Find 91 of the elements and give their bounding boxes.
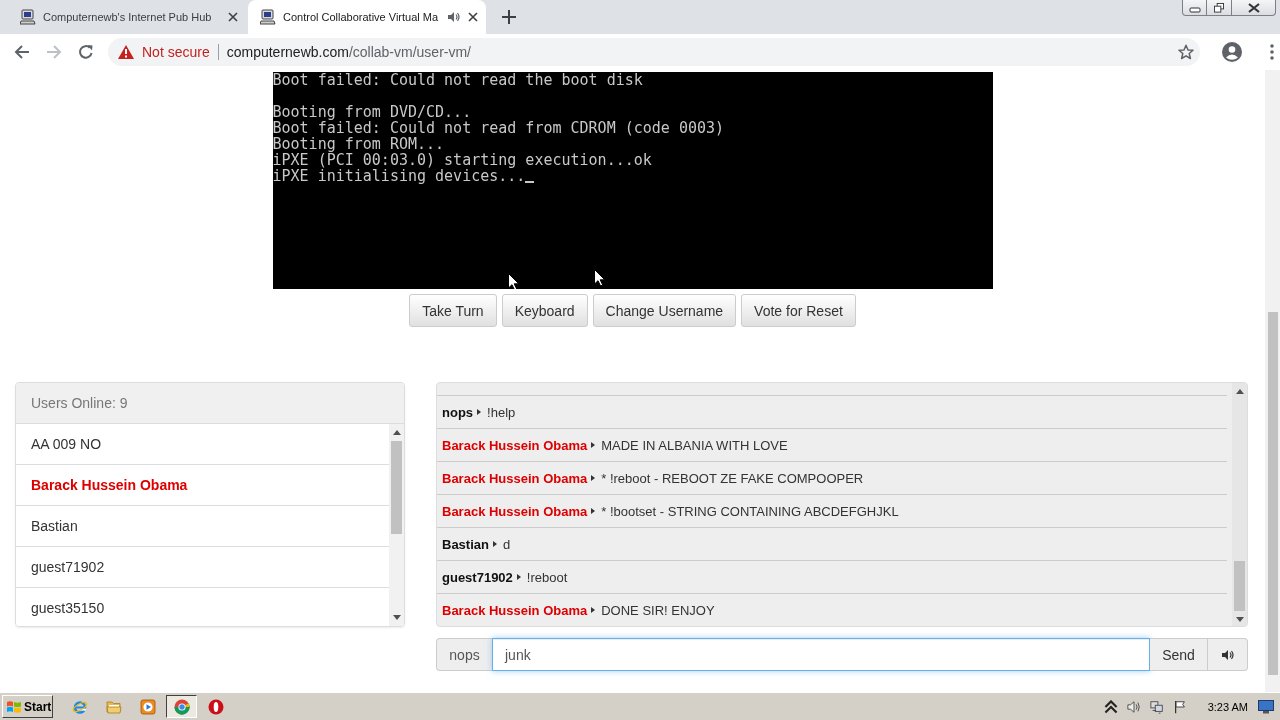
plus-icon[interactable] [502,10,516,24]
triangle-icon [477,409,482,415]
triangle-icon [516,574,521,580]
ring-icon [207,698,224,715]
vm-control-button[interactable]: Change Username [592,294,737,327]
chat-username: Barack Hussein Obama [442,437,588,453]
chat-username: nops [442,404,474,420]
vm-control-button[interactable]: Take Turn [409,294,497,327]
triangle-icon [591,475,596,481]
security-label: Not secure [142,44,210,60]
menu-icon[interactable] [1270,44,1274,60]
speaker-icon[interactable] [448,12,460,22]
arrow-left-icon[interactable] [14,44,30,60]
start-flag-icon [6,698,22,715]
reload-icon[interactable] [78,44,94,60]
sound-button[interactable] [1208,638,1248,671]
play-icon [139,698,156,715]
terminal-line: iPXE initialising devices... [272,168,526,184]
computer-icon [20,9,36,25]
network-icon[interactable] [1149,699,1164,714]
folder-icon [105,698,122,715]
terminal-line: iPXE (PCI 00:03.0) starting execution...ok [272,152,652,168]
close-icon[interactable] [468,12,478,22]
user-list-item[interactable]: Bastian [16,506,389,547]
chat-username: Barack Hussein Obama [442,503,588,519]
triangle-icon [591,607,596,613]
chat-username: Barack Hussein Obama [442,602,588,618]
computer-icon [260,9,276,25]
warning-icon [118,45,134,59]
person-icon[interactable] [1222,42,1242,62]
speaker-icon[interactable] [1126,699,1141,714]
chat-message-text: MADE IN ALBANIA WITH LOVE [601,437,788,453]
close-icon [1247,2,1260,13]
vm-control-button[interactable]: Vote for Reset [741,294,856,327]
browser-tab[interactable]: Computernewb's Internet Pub Hub [8,0,246,34]
chat-message-text: DONE SIR! ENJOY [601,602,715,618]
terminal-line: Boot failed: Could not read the boot disk [272,72,643,88]
chat-message-text: * !reboot - REBOOT ZE FAKE COMPOOPER [601,470,864,486]
round-logo-icon [173,698,190,715]
scrollbar-track[interactable] [389,424,404,626]
triangle-icon [591,442,596,448]
scrollbar-track[interactable] [1232,383,1247,626]
arrow-down-icon[interactable] [392,615,401,620]
monitor-icon[interactable] [1258,699,1274,714]
user-list-item[interactable]: guest71902 [16,547,389,588]
user-list-item[interactable]: AA 009 NO [16,424,389,465]
mouse-pointer-icon [593,269,606,287]
chat-username: guest71902 [442,569,513,585]
clock-text[interactable]: 3:23 AM [1207,700,1248,713]
speaker-icon [1221,649,1234,660]
restore-button[interactable] [1207,0,1232,16]
scrollbar-thumb[interactable] [1234,561,1245,611]
scrollbar-thumb[interactable] [1267,312,1278,675]
username-label: nops [436,638,492,671]
chat-message-text: !reboot [526,569,568,585]
send-button[interactable]: Send [1150,638,1208,671]
chat-message-text: !help [487,404,516,420]
flag-icon[interactable] [1172,699,1187,714]
minimize-button[interactable] [1182,0,1207,16]
chevron-up-icon[interactable] [1103,699,1118,714]
terminal-line: Booting from ROM... [272,136,445,152]
letter-e-icon [71,698,88,715]
start-button[interactable]: Start [2,695,53,718]
chat-username: Bastian [442,536,489,552]
chat-input-field[interactable]: junk [492,638,1150,671]
vm-control-button[interactable]: Keyboard [501,294,588,327]
restore-icon [1213,2,1225,13]
arrow-down-icon[interactable] [1235,617,1244,622]
chat-message-text: * !bootset - STRING CONTAINING ABCDEFGHJKL [601,503,899,519]
scrollbar-track[interactable] [1265,70,1280,692]
browser-tab[interactable]: Control Collaborative Virtual Ma [248,0,486,34]
terminal-line: Boot failed: Could not read from CDROM (code 0003) [272,120,725,136]
scrollbar-thumb[interactable] [391,441,402,534]
url-text: computernewb.com/collab-vm/user-vm/ [226,44,471,60]
triangle-icon [492,541,497,547]
users-online-header: Users Online: 9 [16,383,404,424]
minimize-icon [1188,6,1201,13]
taskbar-button[interactable] [166,695,197,718]
mouse-pointer-icon [507,273,520,289]
address-bar[interactable]: Not secure computernewb.com/collab-vm/user-vm/ [108,38,1200,66]
close-window-button[interactable] [1232,0,1276,16]
user-list-item[interactable]: Barack Hussein Obama [16,465,389,506]
terminal-line: Booting from DVD/CD... [272,104,472,120]
star-icon[interactable] [1178,44,1194,60]
arrow-up-icon[interactable] [392,430,401,435]
vm-screen[interactable] [272,72,993,289]
chat-message-text: d [502,536,511,552]
chat-username: Barack Hussein Obama [442,470,588,486]
triangle-icon [591,508,596,514]
arrow-up-icon[interactable] [1235,389,1244,394]
close-icon[interactable] [228,12,238,22]
